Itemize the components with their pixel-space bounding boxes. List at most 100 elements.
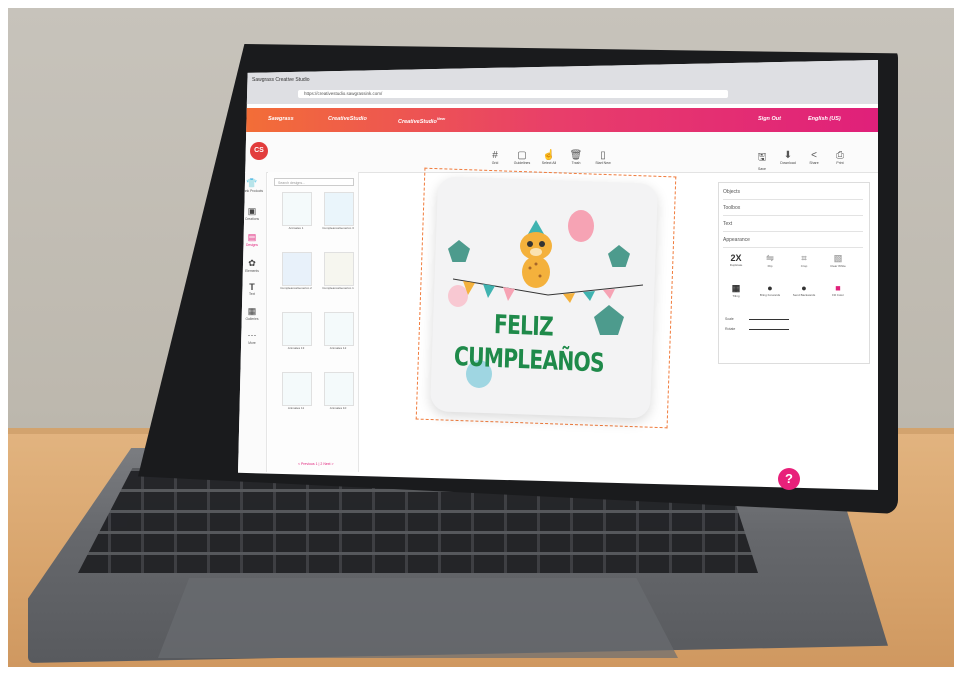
print-icon: ⎙ xyxy=(836,150,844,161)
search-input[interactable]: Search designs... xyxy=(274,178,354,186)
appearance-section[interactable]: Appearance xyxy=(723,233,863,248)
sign-out-link[interactable]: Sign Out xyxy=(758,116,781,122)
nav-sawgrass[interactable]: Sawgrass xyxy=(268,116,294,122)
browser-tab[interactable]: Sawgrass Creative Studio xyxy=(252,77,310,83)
pagination[interactable]: < Previous 1 | 2 Next > xyxy=(298,462,334,466)
language-select[interactable]: English (US) xyxy=(808,116,841,122)
trash-button[interactable]: 🗑 Trash xyxy=(564,150,588,165)
cs-logo[interactable]: CS xyxy=(250,142,268,160)
print-label: Print xyxy=(836,161,844,165)
nav-creativestudio-new[interactable]: CreativeStudioNew xyxy=(398,116,445,125)
select-all-label: Select All xyxy=(541,161,557,165)
clear-white-icon: ▧ xyxy=(833,253,843,263)
nav-more[interactable]: ⋯ More xyxy=(238,330,266,345)
designs-panel: Search designs... Animales 1 CumpleanosG… xyxy=(268,172,359,472)
select-all-button[interactable]: ☝ Select All xyxy=(537,150,561,165)
nav-galleries-label: Galleries xyxy=(245,317,259,321)
toolbox-section[interactable]: Toolbox xyxy=(723,201,863,216)
guidelines-label: Guidelines xyxy=(513,161,531,165)
save-label: Save xyxy=(758,167,766,171)
crop-label: Crop xyxy=(800,264,808,268)
design-thumb[interactable] xyxy=(324,252,354,286)
nav-designs-label: Designs xyxy=(246,243,258,247)
design-thumb[interactable] xyxy=(282,372,312,406)
text-section[interactable]: Text xyxy=(723,217,863,232)
scale-slider[interactable] xyxy=(749,319,789,320)
guidelines-button[interactable]: ▢ Guidelines xyxy=(510,150,534,165)
share-icon: < xyxy=(811,150,817,161)
bring-forwards-label: Bring Forwards xyxy=(759,293,781,297)
objects-section[interactable]: Objects xyxy=(723,185,863,200)
screen: Sawgrass Creative Studio https://creativ… xyxy=(238,60,878,490)
galleries-icon: ▦ xyxy=(247,306,257,316)
nav-more-label: More xyxy=(248,341,256,345)
fill-color-label: Fill Color xyxy=(832,293,844,297)
flip-button[interactable]: ⇋ Flip xyxy=(757,253,783,268)
nav-creations-label: Creations xyxy=(244,217,260,221)
design-thumb-caption: Animales 13 xyxy=(287,346,305,350)
right-panel: Objects Toolbox Text Appearance 2X Duplic… xyxy=(718,182,870,364)
start-new-button[interactable]: ▯ Start New xyxy=(591,150,615,165)
design-thumb-caption: CumpleanosGenerico 3 xyxy=(322,226,354,230)
duplicate-icon: 2X xyxy=(730,253,742,263)
top-nav: Sawgrass CreativeStudio CreativeStudioNe… xyxy=(238,108,878,132)
design-thumb-caption: CumpleanosGenerico 2 xyxy=(280,286,312,290)
canvas-text-line1[interactable]: FELIZ xyxy=(494,310,554,343)
select-all-icon: ☝ xyxy=(542,150,556,161)
share-label: Share xyxy=(809,161,819,165)
download-icon: ⬇ xyxy=(783,150,793,161)
send-backwards-icon: ● xyxy=(801,283,807,293)
tiling-icon: ▦ xyxy=(731,283,741,293)
scale-label: Scale xyxy=(725,317,734,321)
design-thumb[interactable] xyxy=(282,192,312,226)
download-button[interactable]: ⬇ Download xyxy=(776,150,800,165)
guidelines-icon: ▢ xyxy=(517,150,527,161)
balloon-pink xyxy=(568,210,594,242)
design-thumb[interactable] xyxy=(282,252,312,286)
save-icon: 🖫 xyxy=(757,152,767,163)
more-icon: ⋯ xyxy=(247,330,257,340)
design-thumb-caption: Animales 12 xyxy=(329,346,347,350)
grid-button[interactable]: # Grid xyxy=(483,150,507,165)
nav-galleries[interactable]: ▦ Galleries xyxy=(238,306,266,321)
flip-label: Flip xyxy=(767,264,773,268)
design-thumb[interactable] xyxy=(282,312,312,346)
bring-forwards-button[interactable]: ● Bring Forwards xyxy=(757,283,783,297)
address-bar[interactable]: https://creativestudio.sawgrassink.com/ xyxy=(298,90,728,98)
flip-icon: ⇋ xyxy=(766,253,774,263)
rotate-label: Rotate xyxy=(725,327,736,331)
grid-icon: # xyxy=(492,150,498,161)
new-page-icon: ▯ xyxy=(600,150,606,161)
clear-white-label: Clear White xyxy=(830,264,846,268)
save-button[interactable]: 🖫 Save xyxy=(750,150,774,171)
tiling-button[interactable]: ▦ Tiling xyxy=(723,283,749,298)
trackpad xyxy=(158,578,678,658)
bring-forwards-icon: ● xyxy=(767,283,773,293)
trash-label: Trash xyxy=(571,161,581,165)
design-thumb-caption: Animales 1 xyxy=(288,226,304,230)
new-badge: New xyxy=(436,116,446,121)
toolbar: # Grid ▢ Guidelines ☝ Select All 🗑 Trash ▯ St… xyxy=(238,132,878,173)
nav-creativestudio[interactable]: CreativeStudio xyxy=(328,116,367,122)
rotate-slider[interactable] xyxy=(749,329,789,330)
duplicate-button[interactable]: 2X Duplicate xyxy=(723,253,749,267)
share-button[interactable]: < Share xyxy=(802,150,826,165)
duplicate-label: Duplicate xyxy=(729,263,743,267)
design-thumb[interactable] xyxy=(324,312,354,346)
help-button[interactable]: ? xyxy=(778,468,800,490)
nav-creativestudio-new-label: CreativeStudio xyxy=(398,118,437,125)
design-thumb-caption: Animales 11 xyxy=(287,406,305,410)
clear-white-button[interactable]: ▧ Clear White xyxy=(825,253,851,268)
crop-button[interactable]: ⌗ Crop xyxy=(791,253,817,268)
send-backwards-button[interactable]: ● Send Backwards xyxy=(791,283,817,297)
fill-color-button[interactable]: ■ Fill Color xyxy=(825,283,851,297)
design-thumb[interactable] xyxy=(324,192,354,226)
photo: Sawgrass Creative Studio https://creativ… xyxy=(8,8,954,667)
print-button[interactable]: ⎙ Print xyxy=(828,150,852,165)
download-label: Download xyxy=(780,161,796,165)
design-thumb-caption: CumpleanosGenerico 1 xyxy=(322,286,354,290)
trash-icon: 🗑 xyxy=(569,150,583,161)
design-thumb-caption: Animales 10 xyxy=(329,406,347,410)
design-thumb[interactable] xyxy=(324,372,354,406)
tiling-label: Tiling xyxy=(732,294,740,298)
